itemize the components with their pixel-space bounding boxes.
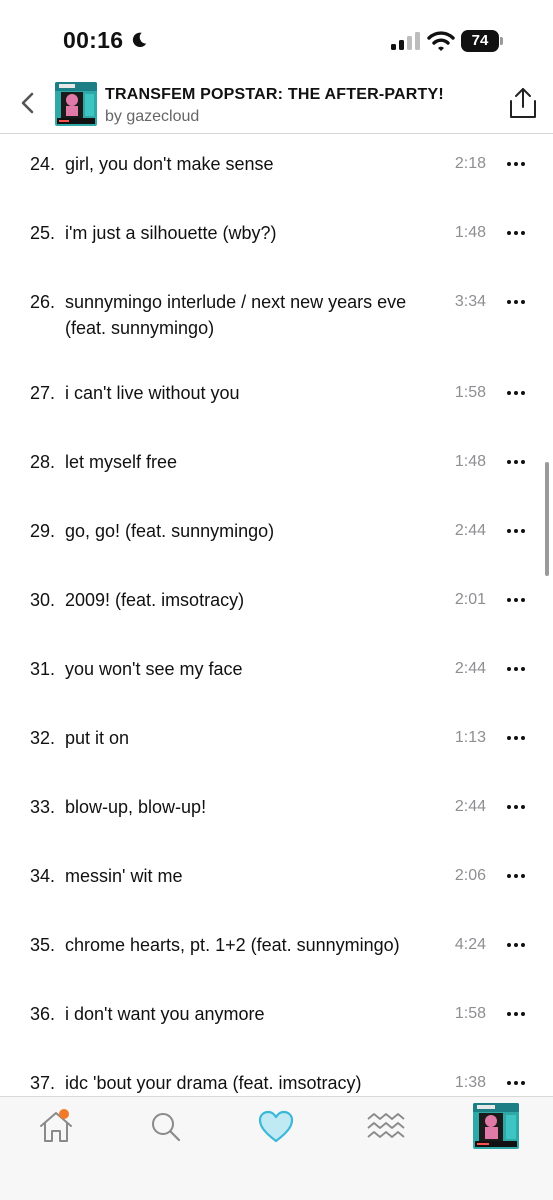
track-title: sunnymingo interlude / next new years ev… xyxy=(65,292,407,338)
track-number: 29. xyxy=(30,521,56,541)
search-icon[interactable] xyxy=(146,1107,186,1147)
track-row[interactable]: 24. girl, you don't make sense 2:18 xyxy=(0,151,553,191)
track-title: i'm just a silhouette (wby?) xyxy=(65,223,277,243)
track-number: 31. xyxy=(30,659,56,679)
track-duration: 2:06 xyxy=(454,867,486,884)
now-playing-cover[interactable] xyxy=(473,1103,519,1149)
moon-icon xyxy=(132,32,147,48)
more-options-button[interactable] xyxy=(504,289,528,315)
track-number: 27. xyxy=(30,383,56,403)
track-duration: 3:34 xyxy=(454,293,486,310)
waves-icon[interactable] xyxy=(366,1107,406,1147)
track-duration: 2:18 xyxy=(454,155,486,172)
track-row[interactable]: 37. idc 'bout your drama (feat. imsotrac… xyxy=(0,1070,553,1096)
track-number: 36. xyxy=(30,1004,56,1024)
track-title: i can't live without you xyxy=(65,383,240,403)
track-title: blow-up, blow-up! xyxy=(65,797,207,817)
track-duration: 1:48 xyxy=(454,224,486,241)
more-options-button[interactable] xyxy=(504,656,528,682)
track-row[interactable]: 33. blow-up, blow-up! 2:44 xyxy=(0,794,553,834)
more-options-button[interactable] xyxy=(504,932,528,958)
more-options-button[interactable] xyxy=(504,220,528,246)
more-options-button[interactable] xyxy=(504,1070,528,1096)
track-number: 32. xyxy=(30,728,56,748)
more-options-button[interactable] xyxy=(504,794,528,820)
track-title: i don't want you anymore xyxy=(65,1004,265,1024)
track-row[interactable]: 27. i can't live without you 1:58 xyxy=(0,380,553,420)
album-artist[interactable]: by gazecloud xyxy=(105,108,199,126)
more-options-button[interactable] xyxy=(504,518,528,544)
track-title: messin' wit me xyxy=(65,866,183,886)
track-number: 34. xyxy=(30,866,56,886)
status-bar: 00:16 74 xyxy=(0,0,553,72)
status-time: 00:16 xyxy=(63,27,124,53)
track-duration: 1:13 xyxy=(454,729,486,746)
track-duration: 1:58 xyxy=(454,1005,486,1022)
track-title: put it on xyxy=(65,728,130,748)
track-number: 26. xyxy=(30,292,56,312)
wifi-icon xyxy=(427,31,455,51)
tab-bar xyxy=(0,1096,553,1200)
album-cover-thumbnail xyxy=(55,82,97,126)
album-header: TRANSFEM POPSTAR: THE AFTER-PARTY! by ga… xyxy=(0,72,553,134)
battery-level: 74 xyxy=(461,30,499,52)
heart-icon[interactable] xyxy=(256,1107,296,1147)
track-row[interactable]: 30. 2009! (feat. imsotracy) 2:01 xyxy=(0,587,553,627)
battery-indicator: 74 xyxy=(461,30,503,52)
track-row[interactable]: 34. messin' wit me 2:06 xyxy=(0,863,553,903)
track-row[interactable]: 35. chrome hearts, pt. 1+2 (feat. sunnym… xyxy=(0,932,553,972)
back-button[interactable] xyxy=(14,89,42,117)
scrollbar[interactable] xyxy=(545,462,549,576)
track-duration: 1:48 xyxy=(454,453,486,470)
track-row[interactable]: 25. i'm just a silhouette (wby?) 1:48 xyxy=(0,220,553,260)
more-options-button[interactable] xyxy=(504,380,528,406)
track-duration: 2:44 xyxy=(454,798,486,815)
track-duration: 4:24 xyxy=(454,936,486,953)
track-number: 24. xyxy=(30,154,56,174)
more-options-button[interactable] xyxy=(504,151,528,177)
track-number: 30. xyxy=(30,590,56,610)
battery-cap xyxy=(500,37,503,45)
track-title: you won't see my face xyxy=(65,659,243,679)
home-icon[interactable] xyxy=(36,1107,76,1147)
track-row[interactable]: 26. sunnymingo interlude / next new year… xyxy=(0,289,553,345)
share-icon[interactable] xyxy=(507,86,539,120)
track-list[interactable]: 24. girl, you don't make sense 2:18 25. … xyxy=(0,134,553,1096)
cellular-signal-icon xyxy=(391,32,420,50)
more-options-button[interactable] xyxy=(504,1001,528,1027)
track-title: 2009! (feat. imsotracy) xyxy=(65,590,245,610)
more-options-button[interactable] xyxy=(504,449,528,475)
track-row[interactable]: 29. go, go! (feat. sunnymingo) 2:44 xyxy=(0,518,553,558)
more-options-button[interactable] xyxy=(504,587,528,613)
track-duration: 2:44 xyxy=(454,522,486,539)
track-duration: 2:44 xyxy=(454,660,486,677)
more-options-button[interactable] xyxy=(504,725,528,751)
more-options-button[interactable] xyxy=(504,863,528,889)
track-title: let myself free xyxy=(65,452,178,472)
track-number: 25. xyxy=(30,223,56,243)
track-title: chrome hearts, pt. 1+2 (feat. sunnymingo… xyxy=(65,935,400,955)
track-row[interactable]: 32. put it on 1:13 xyxy=(0,725,553,765)
track-duration: 1:58 xyxy=(454,384,486,401)
track-number: 37. xyxy=(30,1073,56,1093)
track-row[interactable]: 31. you won't see my face 2:44 xyxy=(0,656,553,696)
track-duration: 1:38 xyxy=(454,1074,486,1091)
track-number: 35. xyxy=(30,935,56,955)
track-title: idc 'bout your drama (feat. imsotracy) xyxy=(65,1073,362,1093)
notification-badge xyxy=(59,1109,69,1119)
album-title[interactable]: TRANSFEM POPSTAR: THE AFTER-PARTY! xyxy=(105,86,444,104)
track-duration: 2:01 xyxy=(454,591,486,608)
track-number: 28. xyxy=(30,452,56,472)
track-row[interactable]: 28. let myself free 1:48 xyxy=(0,449,553,489)
track-title: girl, you don't make sense xyxy=(65,154,274,174)
track-number: 33. xyxy=(30,797,56,817)
track-title: go, go! (feat. sunnymingo) xyxy=(65,521,275,541)
track-row[interactable]: 36. i don't want you anymore 1:58 xyxy=(0,1001,553,1041)
